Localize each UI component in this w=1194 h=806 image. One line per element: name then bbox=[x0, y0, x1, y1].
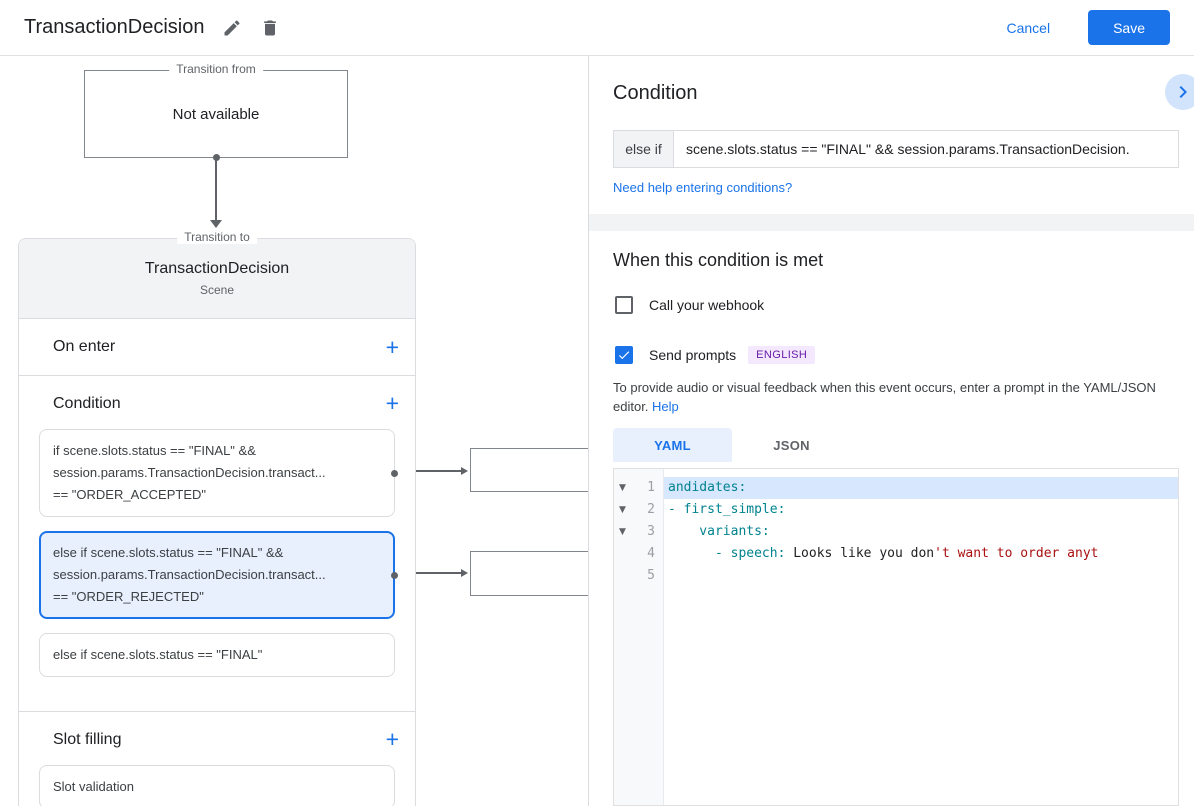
slot-validation-card-text: Slot validation bbox=[53, 779, 134, 794]
topbar: TransactionDecision Cancel Save bbox=[0, 0, 1194, 56]
section-divider bbox=[589, 214, 1194, 231]
condition-card-2-selected[interactable]: else if scene.slots.status == "FINAL" &&… bbox=[39, 531, 398, 619]
condition-section: Condition + if scene.slots.status == "FI… bbox=[19, 376, 415, 712]
add-slot-filling-button[interactable]: + bbox=[386, 728, 399, 751]
call-webhook-label: Call your webhook bbox=[649, 297, 765, 313]
fold-arrow-icon[interactable]: ▼ bbox=[619, 499, 626, 521]
condition-expression-row: else if bbox=[613, 130, 1179, 168]
prompts-description-text: To provide audio or visual feedback when… bbox=[613, 380, 1156, 414]
condition-card-2-text: else if scene.slots.status == "FINAL" &&… bbox=[53, 545, 326, 604]
condition-card-1-text: if scene.slots.status == "FINAL" && sess… bbox=[53, 443, 326, 502]
panel-title: Condition bbox=[613, 82, 698, 104]
editor-tabs: YAML JSON bbox=[613, 428, 851, 462]
code-line[interactable]: 5 bbox=[614, 565, 1178, 587]
slot-filling-section-label: Slot filling bbox=[53, 730, 122, 748]
gutter-cell[interactable]: ▼ 2 bbox=[614, 499, 664, 521]
condition-card-3-text: else if scene.slots.status == "FINAL" bbox=[53, 647, 263, 662]
scene-title: TransactionDecision bbox=[144, 260, 290, 277]
when-condition-met-title: When this condition is met bbox=[613, 250, 824, 270]
page-title: TransactionDecision bbox=[24, 16, 205, 38]
condition-prefix-label: else if bbox=[613, 130, 673, 168]
fold-arrow-icon[interactable]: ▼ bbox=[619, 477, 626, 499]
cancel-button[interactable]: Cancel bbox=[1006, 20, 1050, 36]
transition-from-label: Transition from bbox=[169, 62, 263, 76]
call-webhook-row: Call your webhook bbox=[615, 296, 764, 314]
add-condition-button[interactable]: + bbox=[386, 392, 399, 415]
gutter-cell[interactable]: 5 bbox=[614, 565, 664, 587]
code-token-key: variants: bbox=[668, 524, 770, 539]
help-link[interactable]: Help bbox=[652, 399, 679, 414]
chevron-right-icon bbox=[1179, 86, 1187, 98]
code-line-content[interactable]: variants: bbox=[664, 521, 1178, 543]
line-number: 4 bbox=[647, 546, 655, 561]
delete-scene-button[interactable] bbox=[260, 18, 280, 38]
code-token-key: - first_simple: bbox=[668, 502, 786, 517]
code-line-content[interactable] bbox=[664, 565, 1178, 587]
connector-dot bbox=[391, 571, 398, 579]
condition-expression-input[interactable] bbox=[673, 130, 1179, 168]
prompts-description: To provide audio or visual feedback when… bbox=[613, 378, 1173, 416]
gutter-cell[interactable]: 4 bbox=[614, 543, 664, 565]
send-prompts-checkbox[interactable] bbox=[615, 346, 633, 364]
connector-dot bbox=[391, 469, 398, 477]
save-button[interactable]: Save bbox=[1088, 10, 1170, 45]
code-line[interactable]: ▼ 2 - first_simple: bbox=[614, 499, 1178, 521]
slot-filling-section-header: Slot filling + bbox=[19, 712, 415, 765]
language-badge: ENGLISH bbox=[748, 346, 816, 364]
code-token-string: 't want to order anyt bbox=[934, 546, 1099, 561]
trash-icon bbox=[264, 20, 277, 35]
tab-json[interactable]: JSON bbox=[732, 428, 851, 462]
call-webhook-checkbox[interactable] bbox=[615, 296, 633, 314]
line-number: 5 bbox=[647, 568, 655, 583]
transition-from-content: Not available bbox=[172, 105, 260, 123]
condition-help-link[interactable]: Need help entering conditions? bbox=[613, 180, 792, 195]
transition-to-label: Transition to bbox=[177, 230, 257, 244]
gutter-cell[interactable]: ▼ 1 bbox=[614, 477, 664, 499]
send-prompts-row: Send prompts ENGLISH bbox=[615, 346, 816, 364]
on-enter-label: On enter bbox=[53, 338, 116, 355]
code-editor-lines: ▼ 1 andidates: ▼ 2 - first_simple: ▼ 3 variants… bbox=[614, 469, 1178, 587]
flow-line-down bbox=[215, 158, 217, 220]
arrowhead-down-icon bbox=[210, 220, 222, 228]
send-prompts-label: Send prompts bbox=[649, 347, 737, 363]
transition-from-node[interactable]: Transition from Not available bbox=[84, 62, 348, 161]
edit-title-button[interactable] bbox=[222, 18, 242, 38]
transition-target-node-1[interactable] bbox=[470, 448, 600, 492]
slot-filling-section: Slot filling + Slot validation bbox=[19, 712, 415, 806]
arrowhead-right-icon bbox=[461, 467, 468, 475]
code-line-content[interactable]: andidates: bbox=[664, 477, 1178, 499]
code-token-plain: Looks like you don bbox=[785, 546, 935, 561]
scene-header[interactable]: TransactionDecision Scene bbox=[19, 239, 415, 319]
transition-target-node-2[interactable] bbox=[470, 551, 600, 596]
code-token-key: - speech: bbox=[668, 546, 786, 561]
fold-arrow-icon[interactable]: ▼ bbox=[619, 521, 626, 543]
code-line[interactable]: ▼ 1 andidates: bbox=[614, 477, 1178, 499]
condition-section-label: Condition bbox=[53, 394, 121, 412]
scene-subtitle: Scene bbox=[199, 283, 235, 297]
slot-validation-card[interactable]: Slot validation bbox=[39, 765, 395, 806]
collapse-panel-button[interactable] bbox=[1165, 74, 1194, 110]
arrowhead-right-icon bbox=[461, 569, 468, 577]
tab-yaml[interactable]: YAML bbox=[613, 428, 732, 462]
code-token-key: andidates: bbox=[668, 480, 747, 495]
condition-card-1[interactable]: if scene.slots.status == "FINAL" && sess… bbox=[39, 429, 398, 517]
add-on-enter-button[interactable]: + bbox=[386, 335, 399, 359]
code-editor[interactable]: ▼ 1 andidates: ▼ 2 - first_simple: ▼ 3 variants… bbox=[613, 468, 1179, 806]
code-line-content[interactable]: - speech: Looks like you don't want to o… bbox=[664, 543, 1178, 565]
code-line[interactable]: ▼ 3 variants: bbox=[614, 521, 1178, 543]
on-enter-row[interactable]: On enter + bbox=[19, 319, 415, 376]
scene-node: Transition to TransactionDecision Scene … bbox=[18, 230, 416, 806]
app-root: TransactionDecision Cancel Save Transiti… bbox=[0, 0, 1194, 806]
condition-section-header: Condition + bbox=[19, 376, 415, 429]
condition-editor-panel: Condition else if Need help entering con… bbox=[588, 56, 1194, 806]
pencil-icon bbox=[224, 19, 240, 35]
condition-card-3[interactable]: else if scene.slots.status == "FINAL" bbox=[39, 633, 395, 677]
gutter-cell[interactable]: ▼ 3 bbox=[614, 521, 664, 543]
code-line[interactable]: 4 - speech: Looks like you don't want to… bbox=[614, 543, 1178, 565]
code-line-content[interactable]: - first_simple: bbox=[664, 499, 1178, 521]
checkmark-icon bbox=[618, 351, 630, 360]
